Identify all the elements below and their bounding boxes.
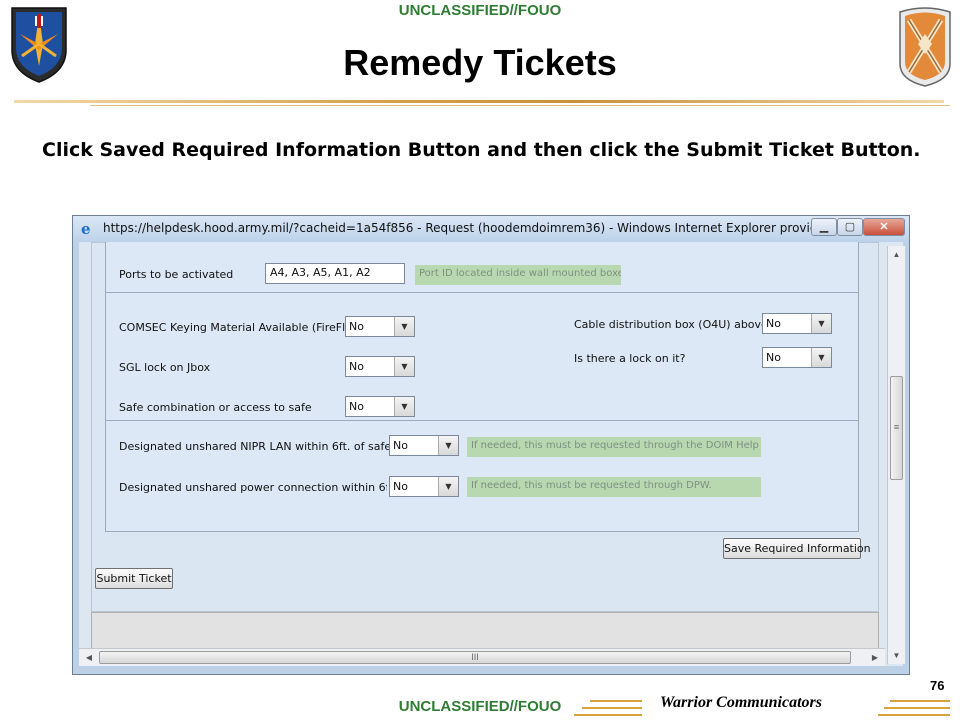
submit-ticket-button[interactable]: Submit Ticket (95, 568, 173, 589)
section-divider (105, 420, 859, 421)
slide-title: Remedy Tickets (343, 42, 617, 83)
nipr-lan-value: No (393, 439, 408, 452)
sgl-lock-select[interactable]: No ▼ (345, 356, 415, 377)
brand-text: Warrior Communicators (660, 694, 822, 711)
classification-banner-top: UNCLASSIFIED//FOUO (398, 2, 562, 19)
safe-combo-select[interactable]: No ▼ (345, 396, 415, 417)
section-divider (105, 292, 859, 293)
chevron-down-icon: ▼ (438, 477, 458, 496)
vertical-scrollbar[interactable]: ▲ ≡ ▼ (887, 246, 905, 664)
scroll-up-icon[interactable]: ▲ (888, 246, 905, 263)
lock-on-it-value: No (766, 351, 781, 364)
safe-combo-value: No (349, 400, 364, 413)
chevron-down-icon: ▼ (394, 317, 414, 336)
save-required-info-button[interactable]: Save Required Information (723, 538, 871, 559)
minimize-icon[interactable]: ▁ (811, 218, 837, 236)
horizontal-scroll-thumb[interactable]: III (99, 651, 851, 664)
window-titlebar: e https://helpdesk.hood.army.mil/?cachei… (73, 216, 909, 242)
maximize-icon[interactable]: ▢ (837, 218, 863, 236)
safe-combo-label: Safe combination or access to safe (119, 401, 312, 414)
horizontal-scrollbar[interactable]: ◀ III ▶ (79, 648, 885, 666)
internet-explorer-icon: e (81, 220, 91, 238)
sgl-lock-label: SGL lock on Jbox (119, 361, 211, 374)
footer-swoosh (890, 700, 950, 702)
cable-box-select[interactable]: No ▼ (762, 313, 832, 334)
comsec-label: COMSEC Keying Material Available (FireFl… (119, 321, 380, 334)
footer-swoosh (884, 707, 950, 709)
browser-window: e https://helpdesk.hood.army.mil/?cachei… (72, 215, 910, 675)
chevron-down-icon: ▼ (394, 397, 414, 416)
chevron-down-icon: ▼ (438, 436, 458, 455)
footer-swoosh (574, 714, 642, 716)
scroll-right-icon[interactable]: ▶ (867, 649, 883, 666)
comsec-value: No (349, 320, 364, 333)
chevron-down-icon: ▼ (811, 314, 831, 333)
vertical-scroll-thumb[interactable]: ≡ (890, 376, 903, 480)
ports-input[interactable]: A4, A3, A5, A1, A2 (265, 263, 405, 284)
scroll-down-icon[interactable]: ▼ (888, 647, 905, 664)
cable-box-label: Cable distribution box (O4U) above safe (574, 318, 762, 331)
nipr-lan-note: If needed, this must be requested throug… (467, 437, 761, 457)
form-footer (91, 612, 879, 650)
instruction-text: Click Saved Required Information Button … (42, 139, 921, 161)
lock-on-it-label: Is there a lock on it? (574, 352, 686, 365)
page-number: 76 (930, 678, 945, 693)
sgl-lock-value: No (349, 360, 364, 373)
title-divider-thin (90, 105, 950, 106)
scroll-left-icon[interactable]: ◀ (81, 649, 97, 666)
browser-content: Ports to be activated A4, A3, A5, A1, A2… (79, 242, 905, 666)
footer-swoosh (582, 707, 642, 709)
footer-swoosh (590, 700, 642, 702)
ports-label: Ports to be activated (119, 268, 234, 281)
footer-swoosh (878, 714, 950, 716)
chevron-down-icon: ▼ (811, 348, 831, 367)
power-value: No (393, 480, 408, 493)
chevron-down-icon: ▼ (394, 357, 414, 376)
close-icon[interactable]: ✕ (863, 218, 905, 236)
title-divider (14, 100, 944, 103)
power-label: Designated unshared power connection wit… (119, 481, 387, 494)
lock-on-it-select[interactable]: No ▼ (762, 347, 832, 368)
comsec-select[interactable]: No ▼ (345, 316, 415, 337)
power-select[interactable]: No ▼ (389, 476, 459, 497)
window-title: https://helpdesk.hood.army.mil/?cacheid=… (103, 221, 895, 235)
nipr-lan-select[interactable]: No ▼ (389, 435, 459, 456)
cable-box-value: No (766, 317, 781, 330)
power-note: If needed, this must be requested throug… (467, 477, 761, 497)
nipr-lan-label: Designated unshared NIPR LAN within 6ft.… (119, 440, 392, 453)
ports-note: Port ID located inside wall mounted boxe… (415, 265, 621, 285)
